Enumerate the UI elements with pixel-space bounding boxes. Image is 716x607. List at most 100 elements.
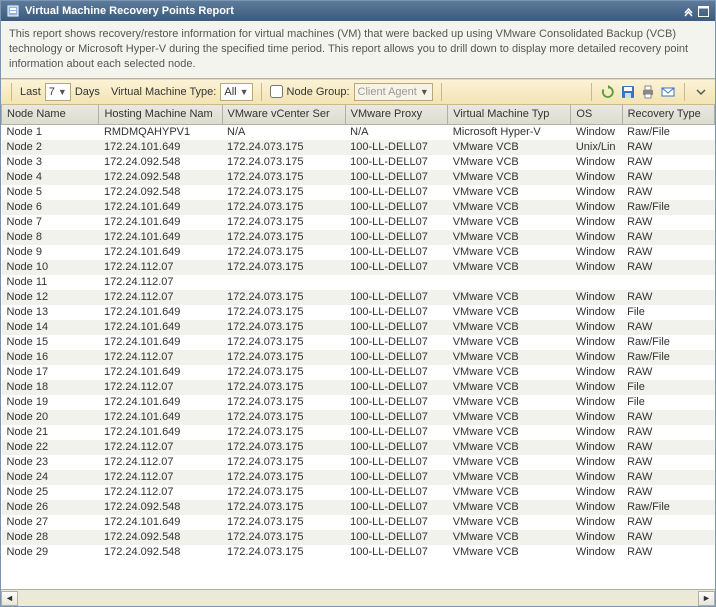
cell-os: Window (571, 170, 622, 185)
cell-vmtype: VMware VCB (448, 515, 571, 530)
table-row[interactable]: Node 27172.24.101.649172.24.073.175100-L… (2, 515, 715, 530)
table-row[interactable]: Node 1RMDMQAHYPV1N/AN/AMicrosoft Hyper-V… (2, 125, 715, 140)
table-row[interactable]: Node 20172.24.101.649172.24.073.175100-L… (2, 410, 715, 425)
cell-os: Window (571, 410, 622, 425)
cell-node: Node 26 (2, 500, 99, 515)
refresh-icon[interactable] (600, 84, 616, 100)
cell-rtype: Raw/File (622, 350, 714, 365)
node-group-checkbox[interactable] (270, 85, 283, 98)
toolbar: Last 7 ▼ Days Virtual Machine Type: All … (1, 79, 715, 105)
cell-vmtype: VMware VCB (448, 215, 571, 230)
cell-os: Window (571, 245, 622, 260)
collapse-button[interactable] (683, 6, 694, 17)
cell-host: 172.24.101.649 (99, 200, 222, 215)
cell-vcenter: 172.24.073.175 (222, 305, 345, 320)
cell-os: Window (571, 290, 622, 305)
cell-node: Node 10 (2, 260, 99, 275)
cell-node: Node 29 (2, 545, 99, 560)
table-row[interactable]: Node 2172.24.101.649172.24.073.175100-LL… (2, 140, 715, 155)
cell-os: Window (571, 440, 622, 455)
cell-node: Node 11 (2, 275, 99, 290)
table-row[interactable]: Node 9172.24.101.649172.24.073.175100-LL… (2, 245, 715, 260)
cell-vcenter: 172.24.073.175 (222, 395, 345, 410)
cell-node: Node 9 (2, 245, 99, 260)
save-icon[interactable] (620, 84, 636, 100)
cell-vmtype: VMware VCB (448, 410, 571, 425)
cell-node: Node 3 (2, 155, 99, 170)
cell-os: Window (571, 515, 622, 530)
col-header-rtype[interactable]: Recovery Type (622, 105, 714, 125)
table-row[interactable]: Node 14172.24.101.649172.24.073.175100-L… (2, 320, 715, 335)
table-row[interactable]: Node 22172.24.112.07172.24.073.175100-LL… (2, 440, 715, 455)
cell-rtype: RAW (622, 260, 714, 275)
last-days-dropdown[interactable]: 7 ▼ (45, 83, 71, 101)
cell-os: Window (571, 380, 622, 395)
table-row[interactable]: Node 6172.24.101.649172.24.073.175100-LL… (2, 200, 715, 215)
table-row[interactable]: Node 23172.24.112.07172.24.073.175100-LL… (2, 455, 715, 470)
table-row[interactable]: Node 5172.24.092.548172.24.073.175100-LL… (2, 185, 715, 200)
table-row[interactable]: Node 21172.24.101.649172.24.073.175100-L… (2, 425, 715, 440)
chevron-down-icon[interactable] (693, 84, 709, 100)
table-row[interactable]: Node 7172.24.101.649172.24.073.175100-LL… (2, 215, 715, 230)
cell-proxy: 100-LL-DELL07 (345, 545, 448, 560)
cell-proxy: 100-LL-DELL07 (345, 410, 448, 425)
cell-proxy: 100-LL-DELL07 (345, 335, 448, 350)
cell-vmtype (448, 275, 571, 290)
email-icon[interactable] (660, 84, 676, 100)
scroll-left-arrow-icon[interactable]: ◄ (1, 591, 18, 606)
header-row: Node Name Hosting Machine Nam VMware vCe… (2, 105, 715, 125)
horizontal-scrollbar[interactable]: ◄ ► (1, 589, 715, 606)
table-row[interactable]: Node 11172.24.112.07 (2, 275, 715, 290)
print-icon[interactable] (640, 84, 656, 100)
cell-host: 172.24.101.649 (99, 425, 222, 440)
cell-host: 172.24.101.649 (99, 305, 222, 320)
close-button[interactable] (698, 6, 709, 17)
cell-rtype: RAW (622, 245, 714, 260)
chevron-down-icon: ▼ (240, 87, 249, 97)
cell-host: 172.24.101.649 (99, 395, 222, 410)
scroll-track[interactable] (18, 591, 698, 606)
node-group-dropdown[interactable]: Client Agent ▼ (354, 83, 433, 101)
table-row[interactable]: Node 4172.24.092.548172.24.073.175100-LL… (2, 170, 715, 185)
col-header-os[interactable]: OS (571, 105, 622, 125)
table-row[interactable]: Node 26172.24.092.548172.24.073.175100-L… (2, 500, 715, 515)
cell-os: Window (571, 335, 622, 350)
cell-proxy: 100-LL-DELL07 (345, 200, 448, 215)
cell-host: 172.24.101.649 (99, 410, 222, 425)
vm-type-dropdown[interactable]: All ▼ (220, 83, 252, 101)
table-row[interactable]: Node 24172.24.112.07172.24.073.175100-LL… (2, 470, 715, 485)
cell-vmtype: VMware VCB (448, 155, 571, 170)
cell-host: 172.24.112.07 (99, 275, 222, 290)
col-header-vcenter[interactable]: VMware vCenter Ser (222, 105, 345, 125)
table-row[interactable]: Node 13172.24.101.649172.24.073.175100-L… (2, 305, 715, 320)
table-row[interactable]: Node 15172.24.101.649172.24.073.175100-L… (2, 335, 715, 350)
table-row[interactable]: Node 19172.24.101.649172.24.073.175100-L… (2, 395, 715, 410)
table-row[interactable]: Node 18172.24.112.07172.24.073.175100-LL… (2, 380, 715, 395)
table-row[interactable]: Node 29172.24.092.548172.24.073.175100-L… (2, 545, 715, 560)
table-row[interactable]: Node 16172.24.112.07172.24.073.175100-LL… (2, 350, 715, 365)
cell-vcenter: 172.24.073.175 (222, 545, 345, 560)
col-header-host[interactable]: Hosting Machine Nam (99, 105, 222, 125)
cell-rtype: RAW (622, 230, 714, 245)
cell-rtype: RAW (622, 470, 714, 485)
cell-rtype: RAW (622, 365, 714, 380)
cell-proxy: 100-LL-DELL07 (345, 230, 448, 245)
table-row[interactable]: Node 8172.24.101.649172.24.073.175100-LL… (2, 230, 715, 245)
cell-os: Window (571, 455, 622, 470)
table-row[interactable]: Node 17172.24.101.649172.24.073.175100-L… (2, 365, 715, 380)
cell-host: 172.24.112.07 (99, 350, 222, 365)
scroll-right-arrow-icon[interactable]: ► (698, 591, 715, 606)
table-row[interactable]: Node 12172.24.112.07172.24.073.175100-LL… (2, 290, 715, 305)
cell-host: 172.24.112.07 (99, 380, 222, 395)
table-row[interactable]: Node 10172.24.112.07172.24.073.175100-LL… (2, 260, 715, 275)
table-row[interactable]: Node 3172.24.092.548172.24.073.175100-LL… (2, 155, 715, 170)
col-header-node[interactable]: Node Name (2, 105, 99, 125)
table-row[interactable]: Node 28172.24.092.548172.24.073.175100-L… (2, 530, 715, 545)
col-header-proxy[interactable]: VMware Proxy (345, 105, 448, 125)
cell-os: Window (571, 125, 622, 140)
col-header-vmtype[interactable]: Virtual Machine Typ (448, 105, 571, 125)
cell-vcenter: 172.24.073.175 (222, 485, 345, 500)
cell-proxy (345, 275, 448, 290)
cell-rtype: RAW (622, 185, 714, 200)
table-row[interactable]: Node 25172.24.112.07172.24.073.175100-LL… (2, 485, 715, 500)
